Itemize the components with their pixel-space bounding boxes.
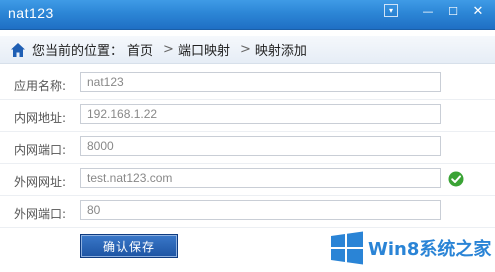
check-icon bbox=[448, 171, 464, 187]
breadcrumb-item-mapping-add: 映射添加 bbox=[254, 44, 307, 59]
breadcrumb-prefix: 您当前的位置： bbox=[32, 44, 124, 59]
wan-port-input[interactable]: 80 bbox=[80, 200, 441, 220]
form-row-wan-port: 外网端口: 80 bbox=[0, 196, 495, 228]
breadcrumb-separator: > bbox=[239, 42, 251, 57]
breadcrumb-item-port-mapping[interactable]: 端口映射 bbox=[178, 40, 230, 59]
save-button[interactable]: 确认保存 bbox=[80, 234, 178, 258]
watermark: Win8系统之家 bbox=[330, 228, 491, 268]
title-bar: nat123 ▾ — ☐ ✕ bbox=[0, 0, 495, 30]
form-row-wan-url: 外网网址: test.nat123.com bbox=[0, 164, 495, 196]
wan-url-input[interactable]: test.nat123.com bbox=[80, 168, 441, 188]
app-name-input[interactable]: nat123 bbox=[80, 72, 441, 92]
close-icon[interactable]: ✕ bbox=[468, 3, 488, 19]
window-title: nat123 bbox=[8, 5, 54, 21]
dropdown-icon[interactable]: ▾ bbox=[384, 4, 398, 17]
breadcrumb: 您当前的位置： 首页 > 端口映射 > 映射添加 bbox=[0, 36, 495, 64]
app-name-label: 应用名称: bbox=[14, 79, 67, 93]
lan-port-label: 内网端口: bbox=[14, 143, 67, 157]
lan-port-input[interactable]: 8000 bbox=[80, 136, 441, 156]
wan-port-label: 外网端口: bbox=[14, 207, 67, 221]
form-row-app-name: 应用名称: nat123 bbox=[0, 68, 495, 100]
lan-address-input[interactable]: 192.168.1.22 bbox=[80, 104, 441, 124]
home-icon bbox=[11, 42, 25, 57]
wan-url-label: 外网网址: bbox=[14, 175, 67, 189]
form-row-lan-address: 内网地址: 192.168.1.22 bbox=[0, 100, 495, 132]
breadcrumb-separator: > bbox=[163, 42, 174, 57]
minimize-icon[interactable]: — bbox=[418, 3, 438, 19]
breadcrumb-item-home[interactable]: 首页 bbox=[127, 40, 153, 59]
maximize-icon[interactable]: ☐ bbox=[443, 3, 463, 19]
lan-address-label: 内网地址: bbox=[14, 111, 67, 125]
form-row-lan-port: 内网端口: 8000 bbox=[0, 132, 495, 164]
windows-logo-icon bbox=[331, 231, 363, 265]
watermark-text: Win8系统之家 bbox=[368, 239, 492, 260]
